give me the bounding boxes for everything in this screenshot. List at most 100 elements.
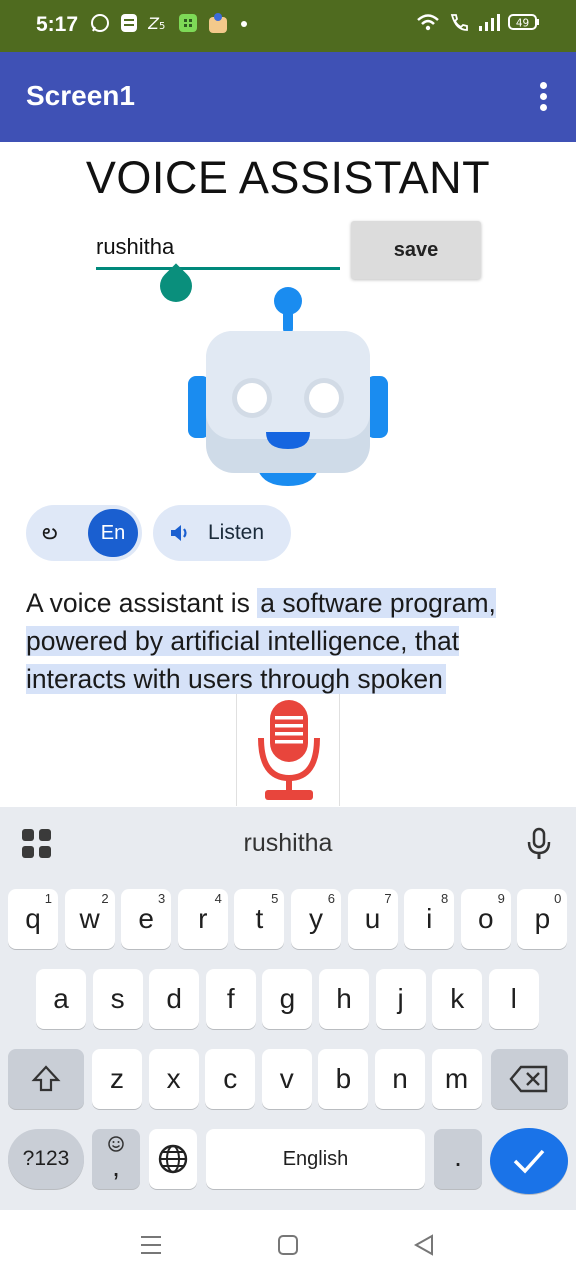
key-label: d bbox=[166, 983, 182, 1014]
listen-button[interactable]: Listen bbox=[153, 505, 291, 561]
backspace-key[interactable] bbox=[491, 1049, 568, 1109]
robot-image bbox=[188, 287, 388, 486]
status-time: 5:17 bbox=[36, 13, 79, 36]
app-bar: Screen1 bbox=[0, 52, 576, 142]
comma-label: , bbox=[112, 1151, 120, 1182]
key-e[interactable]: e3 bbox=[121, 889, 172, 949]
signal-icon bbox=[479, 14, 500, 31]
overflow-menu-icon[interactable] bbox=[540, 82, 550, 112]
app-title: Screen1 bbox=[26, 80, 135, 111]
key-l[interactable]: l bbox=[488, 969, 539, 1029]
dot-icon bbox=[241, 21, 247, 27]
key-label: f bbox=[226, 983, 235, 1014]
backspace-icon bbox=[509, 1065, 548, 1093]
key-label: o bbox=[478, 903, 494, 934]
key-q[interactable]: q1 bbox=[8, 889, 58, 949]
telugu-option[interactable]: ల bbox=[42, 519, 58, 550]
key-a[interactable]: a bbox=[36, 969, 86, 1029]
key-j[interactable]: j bbox=[375, 969, 426, 1029]
space-key[interactable]: English bbox=[206, 1129, 425, 1189]
globe-icon bbox=[158, 1144, 188, 1174]
key-w[interactable]: w2 bbox=[64, 889, 115, 949]
key-hint: 0 bbox=[554, 891, 562, 906]
english-option[interactable]: En bbox=[88, 509, 138, 557]
shift-icon bbox=[31, 1065, 61, 1092]
period-key[interactable]: . bbox=[434, 1129, 482, 1189]
key-r[interactable]: r4 bbox=[177, 889, 228, 949]
key-label: x bbox=[166, 1063, 181, 1094]
voice-input-icon[interactable] bbox=[526, 827, 552, 861]
description-plain: A voice assistant is bbox=[26, 588, 258, 618]
key-z[interactable]: z bbox=[92, 1049, 142, 1109]
key-b[interactable]: b bbox=[318, 1049, 369, 1109]
enter-key[interactable] bbox=[490, 1128, 568, 1194]
key-hint: 6 bbox=[327, 891, 335, 906]
key-x[interactable]: x bbox=[148, 1049, 199, 1109]
keyboard: rushitha ?123 , English . q1w2e3r4t5y6u7… bbox=[0, 807, 576, 1210]
key-hint: 9 bbox=[497, 891, 505, 906]
key-label: t bbox=[255, 903, 264, 934]
key-label: c bbox=[223, 1063, 238, 1094]
emoji-comma-key[interactable]: , bbox=[92, 1129, 140, 1189]
key-label: e bbox=[138, 903, 154, 934]
page-title: VOICE ASSISTANT bbox=[85, 152, 491, 203]
description-text: A voice assistant is a software program,… bbox=[26, 584, 556, 698]
key-label: r bbox=[198, 903, 208, 934]
key-label: q bbox=[25, 903, 41, 934]
wifi-icon bbox=[417, 14, 439, 31]
listen-label: Listen bbox=[208, 521, 265, 544]
key-c[interactable]: c bbox=[205, 1049, 256, 1109]
key-v[interactable]: v bbox=[261, 1049, 312, 1109]
key-d[interactable]: d bbox=[149, 969, 200, 1029]
symbols-key[interactable]: ?123 bbox=[8, 1129, 84, 1189]
key-label: p bbox=[534, 903, 551, 934]
key-label: b bbox=[335, 1063, 352, 1094]
whatsapp-icon bbox=[91, 14, 109, 32]
key-label: v bbox=[279, 1063, 294, 1094]
battery-icon: 49 bbox=[508, 14, 539, 30]
key-s[interactable]: s bbox=[92, 969, 143, 1029]
key-y[interactable]: y6 bbox=[291, 889, 341, 949]
suggestion-chip[interactable]: rushitha bbox=[0, 829, 576, 858]
key-label: h bbox=[336, 983, 352, 1014]
key-k[interactable]: k bbox=[432, 969, 483, 1029]
key-g[interactable]: g bbox=[262, 969, 313, 1029]
status-icons-right: 49 bbox=[416, 12, 540, 32]
status-icons-left: Z5 bbox=[90, 12, 250, 34]
app-icon-2 bbox=[209, 13, 227, 33]
key-o[interactable]: o9 bbox=[460, 889, 511, 949]
key-n[interactable]: n bbox=[375, 1049, 425, 1109]
key-label: m bbox=[444, 1063, 469, 1094]
key-h[interactable]: h bbox=[319, 969, 369, 1029]
key-i[interactable]: i8 bbox=[404, 889, 455, 949]
save-button[interactable]: save bbox=[351, 221, 481, 279]
microphone-button[interactable] bbox=[236, 694, 340, 806]
key-label: s bbox=[110, 983, 125, 1014]
app-icon bbox=[179, 14, 197, 32]
key-t[interactable]: t5 bbox=[234, 889, 285, 949]
checkmark-icon bbox=[513, 1149, 545, 1174]
speaker-icon bbox=[171, 525, 187, 541]
language-toggle: ల En bbox=[26, 505, 142, 561]
key-hint: 3 bbox=[157, 891, 166, 906]
home-icon[interactable] bbox=[277, 1234, 299, 1256]
key-p[interactable]: p0 bbox=[517, 889, 568, 949]
key-u[interactable]: u7 bbox=[347, 889, 398, 949]
key-f[interactable]: f bbox=[205, 969, 256, 1029]
call-icon bbox=[450, 14, 468, 31]
svg-text:5: 5 bbox=[159, 21, 165, 32]
key-hint: 1 bbox=[44, 891, 52, 906]
key-label: w bbox=[79, 903, 100, 934]
key-label: a bbox=[53, 983, 69, 1014]
shift-key[interactable] bbox=[8, 1049, 84, 1109]
key-hint: 7 bbox=[384, 891, 392, 906]
recents-icon[interactable] bbox=[140, 1234, 162, 1256]
microphone-icon bbox=[258, 700, 320, 800]
language-switch-key[interactable] bbox=[149, 1129, 197, 1189]
key-m[interactable]: m bbox=[431, 1049, 482, 1109]
zomato-icon: Z5 bbox=[148, 14, 165, 33]
key-label: k bbox=[450, 983, 465, 1014]
key-label: j bbox=[397, 983, 404, 1014]
back-icon[interactable] bbox=[413, 1234, 435, 1256]
name-input[interactable] bbox=[96, 232, 340, 270]
